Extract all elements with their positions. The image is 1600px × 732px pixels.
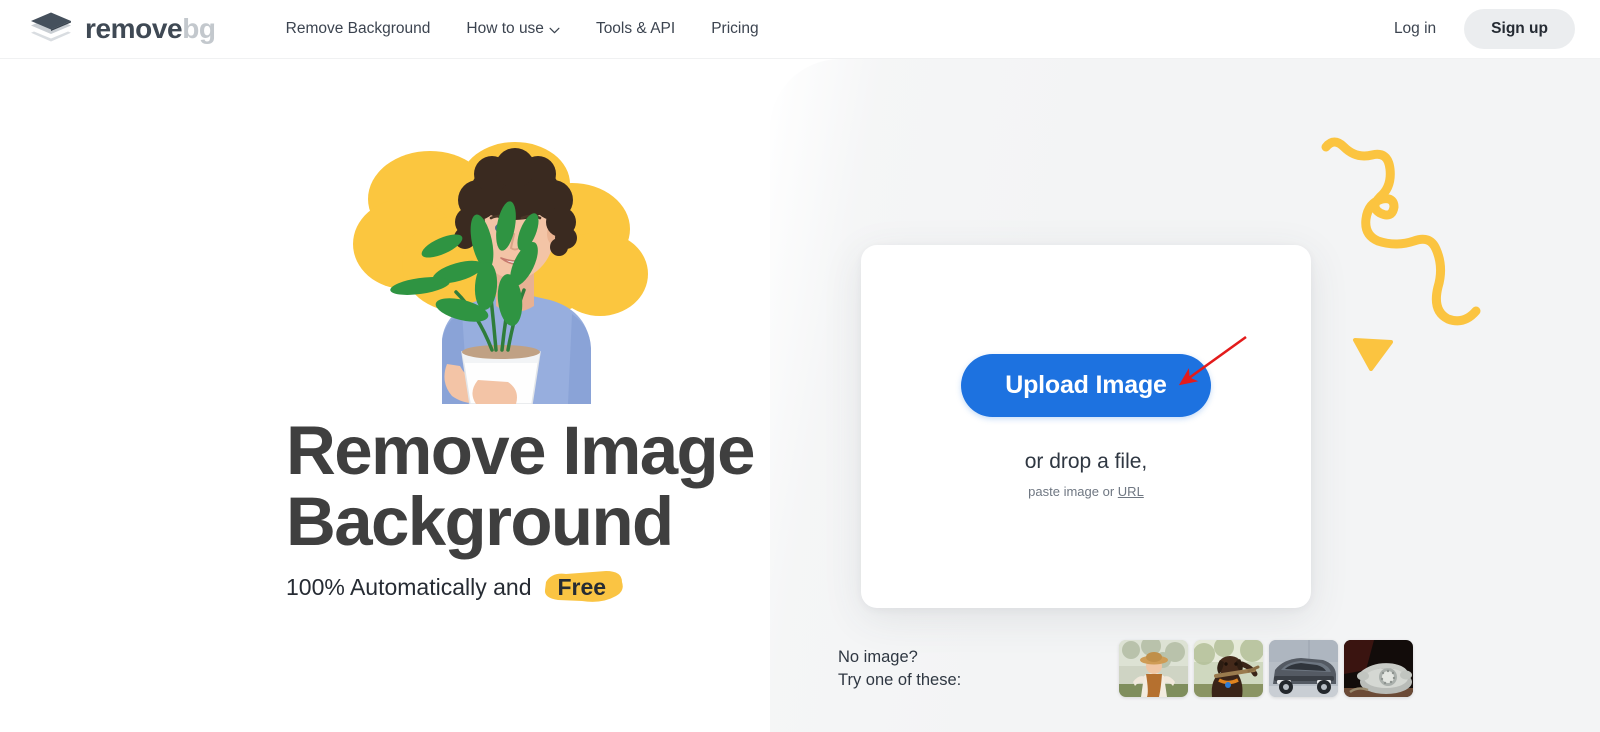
nav-label: How to use [466, 20, 544, 37]
nav-label: Tools & API [595, 20, 676, 37]
nav-item-how-to-use[interactable]: How to use [448, 12, 578, 46]
hero-left-column: Remove Image Background 100% Automatical… [0, 59, 800, 732]
paste-hint-text: paste image or [1028, 484, 1115, 499]
logo-text-bg: bg [182, 13, 216, 44]
free-label: Free [557, 574, 607, 600]
page-root: removebg Remove Background How to use To… [0, 0, 1600, 732]
free-highlight: Free [542, 571, 623, 603]
upload-dropzone-card[interactable]: Upload Image or drop a file, paste image… [861, 245, 1311, 608]
sample-thumbnail-vintage-telephone[interactable] [1344, 640, 1414, 697]
samples-label-line-2: Try one of these: [838, 671, 962, 689]
sample-thumbnail-dog-stick[interactable] [1194, 640, 1264, 697]
sample-thumbnail-gray-car[interactable] [1269, 640, 1339, 697]
chevron-down-icon [549, 27, 560, 33]
sample-thumbnail-woman-hat[interactable] [1119, 640, 1189, 697]
layers-diamond-icon [31, 12, 71, 42]
main-nav: Remove Background How to use Tools & API… [268, 12, 777, 46]
hero-image [310, 114, 680, 404]
logo-link[interactable]: removebg [28, 11, 216, 47]
samples-label: No image? Try one of these: [838, 640, 961, 692]
nav-label: Pricing [711, 20, 759, 37]
site-header: removebg Remove Background How to use To… [0, 0, 1600, 59]
yellow-triangle-icon [1353, 338, 1393, 371]
sample-images-section: No image? Try one of these: [838, 640, 1414, 697]
logo-text-remove: remove [85, 13, 183, 44]
sample-thumbnails [1119, 640, 1414, 697]
hero-subline: 100% Automatically and Free [286, 571, 623, 603]
paste-hint: paste image or URL [1028, 484, 1144, 499]
headline-line-2: Background [286, 483, 674, 560]
signup-button[interactable]: Sign up [1464, 9, 1575, 49]
nav-label: Remove Background [285, 20, 431, 37]
upload-image-button[interactable]: Upload Image [961, 354, 1211, 417]
page-title: Remove Image Background [286, 415, 806, 557]
nav-item-remove-background[interactable]: Remove Background [268, 12, 449, 46]
logo-text: removebg [85, 15, 216, 43]
subline-text: 100% Automatically and [286, 574, 532, 600]
login-link[interactable]: Log in [1380, 12, 1450, 46]
nav-item-pricing[interactable]: Pricing [693, 12, 776, 46]
yellow-squiggle-icon [1321, 137, 1481, 326]
headline-line-1: Remove Image [286, 412, 755, 489]
drop-file-label: or drop a file, [1024, 450, 1148, 473]
nav-item-tools-api[interactable]: Tools & API [578, 12, 693, 46]
header-actions: Log in Sign up [1380, 9, 1575, 49]
url-link[interactable]: URL [1118, 484, 1144, 499]
samples-label-line-1: No image? [838, 648, 918, 666]
